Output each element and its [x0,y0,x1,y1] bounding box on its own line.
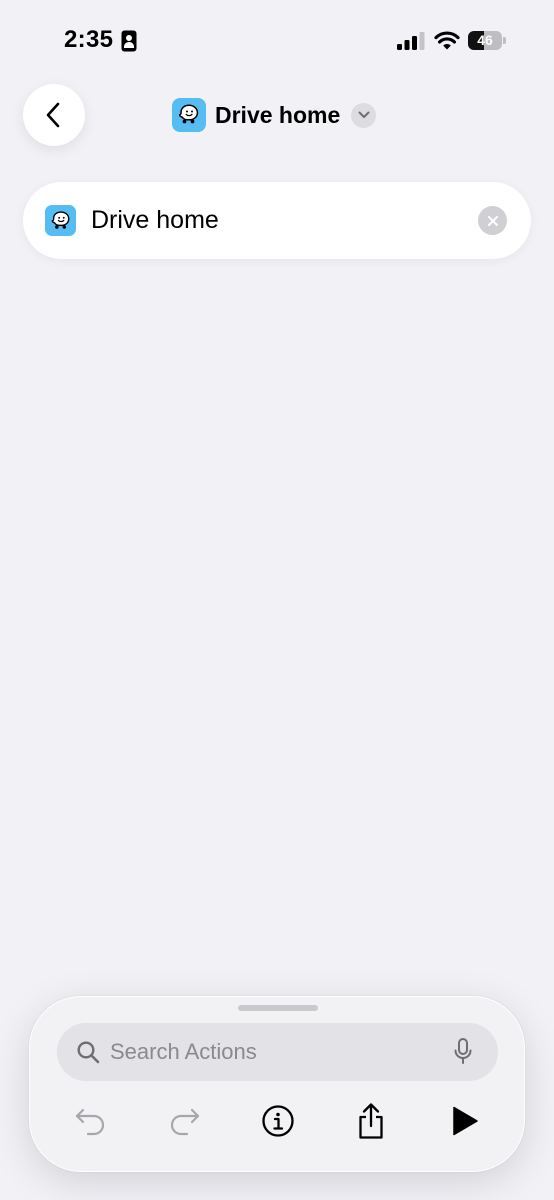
run-shortcut-button[interactable] [445,1101,485,1141]
search-icon [77,1041,100,1064]
undo-button[interactable] [71,1101,111,1141]
back-button[interactable] [23,84,85,146]
search-actions-input[interactable] [110,1023,440,1081]
battery-tip [503,37,506,44]
chevron-down-icon[interactable] [351,102,377,128]
undo-icon [75,1108,105,1136]
battery-level-text: 46 [477,32,493,48]
shortcut-title-menu[interactable]: Drive home [172,97,377,133]
play-icon [453,1106,478,1136]
close-icon [487,215,498,226]
shortcut-editor-screen: 2:35 46 Drive home Drive home Search Act… [0,0,554,1200]
battery-indicator: 46 [468,31,506,50]
share-button[interactable] [351,1101,391,1141]
sheet-grabber-handle[interactable] [238,1005,318,1011]
status-bar: 2:35 46 [0,0,554,80]
focus-mode-icon [121,30,137,52]
cellular-signal-icon [397,32,425,50]
share-icon [359,1103,383,1139]
page-title: Drive home [215,101,341,128]
info-button[interactable] [258,1101,298,1141]
info-icon [262,1105,294,1137]
redo-button[interactable] [164,1101,204,1141]
shortcut-name-field[interactable]: Drive home [23,182,531,259]
wifi-icon [434,31,460,50]
redo-icon [170,1108,200,1136]
chevron-left-icon [46,102,60,128]
battery-body: 46 [468,31,502,50]
shortcut-name-value[interactable]: Drive home [91,204,219,237]
microphone-icon[interactable] [453,1038,473,1066]
search-actions-bar[interactable] [57,1023,498,1081]
clear-text-button[interactable] [478,206,507,235]
waze-app-icon [45,205,76,236]
waze-app-icon [172,98,206,132]
status-time: 2:35 [64,26,114,53]
actions-bottom-sheet [29,996,525,1172]
